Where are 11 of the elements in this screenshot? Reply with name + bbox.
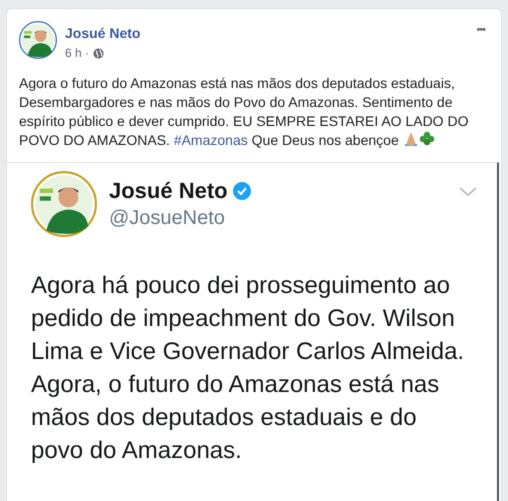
clover-icon — [418, 131, 435, 147]
tweet-author: Josué Neto — [109, 177, 228, 205]
tweet-text: Agora há pouco dei prosseguimento ao pedido de impeachment do Gov. Wilson Lima e Vice Governador Carlos Almeida. Agora, o futuro do Amazonas está nas mãos dos deputados estaduais e do povo do Amazonas. — [31, 271, 466, 466]
post-time[interactable]: 6 h · — [65, 44, 90, 62]
chevron-down-icon — [459, 187, 477, 197]
post-text: Agora o futuro do Amazonas está nas mãos dos deputados estaduais, Desembargadores e nas mãos do Povo do Amazonas. Sentimento de espírito público e dever cumprido. EU SEMPRE ESTAREI AO LADO DO POVO DO AMAZONAS. #Amazonas Que Deus nos abençoe — [18, 74, 470, 150]
more-button[interactable]: ••• — [476, 25, 485, 36]
tweet-handle: @JosueNeto — [109, 206, 226, 231]
globe-icon — [93, 48, 104, 58]
hashtag-link[interactable]: #Amazonas — [174, 132, 248, 148]
author-name[interactable]: Josué Neto — [65, 24, 140, 42]
